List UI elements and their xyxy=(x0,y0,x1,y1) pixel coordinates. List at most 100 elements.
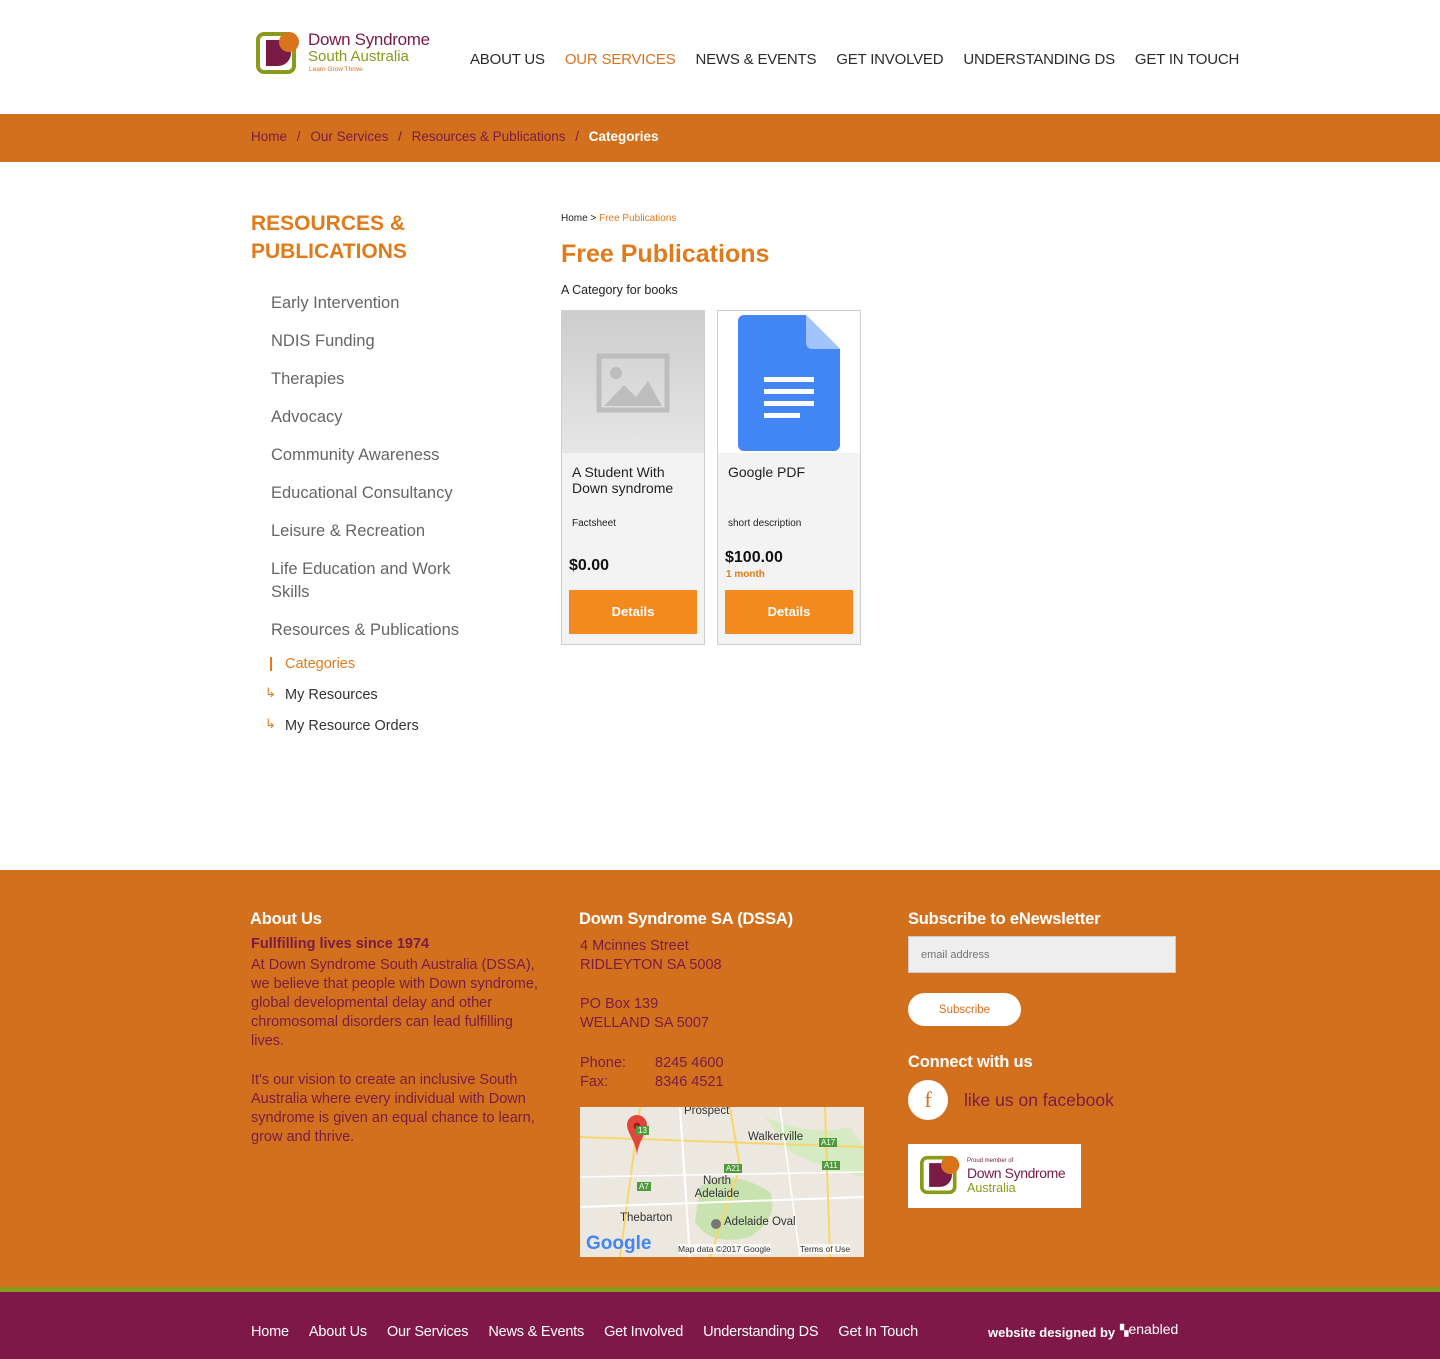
facebook-icon[interactable]: f xyxy=(908,1080,948,1120)
enabled-logo[interactable]: ▚enabled xyxy=(1120,1321,1178,1337)
product-period: 1 month xyxy=(726,569,765,580)
product-description: Factsheet xyxy=(572,518,616,529)
breadcrumb-current: Categories xyxy=(588,129,659,144)
sidebar-item-resources-publications[interactable]: Resources & Publications xyxy=(271,619,501,642)
sidebar-item-life-education[interactable]: Life Education and Work Skills xyxy=(271,558,471,604)
facebook-link[interactable]: like us on facebook xyxy=(964,1090,1114,1111)
map-label-north-adelaide: North Adelaide xyxy=(694,1175,740,1200)
footer-link-understanding-ds[interactable]: Understanding DS xyxy=(703,1324,818,1340)
active-indicator xyxy=(270,657,272,671)
footer-link-news-events[interactable]: News & Events xyxy=(488,1324,584,1340)
breadcrumb-bar: Home / Our Services / Resources & Public… xyxy=(0,114,1440,162)
page-title: Free Publications xyxy=(561,240,770,268)
nav-about-us[interactable]: ABOUT US xyxy=(470,51,545,68)
sub-arrow-icon: ↳ xyxy=(265,716,276,731)
map-label-prospect: Prospect xyxy=(684,1107,730,1117)
logo-mark-icon xyxy=(256,32,299,74)
bottom-bar: Home About Us Our Services News & Events… xyxy=(0,1292,1440,1359)
footer-link-get-involved[interactable]: Get Involved xyxy=(604,1324,683,1340)
product-name[interactable]: A Student With Down syndrome xyxy=(572,464,698,496)
footer-nav: Home About Us Our Services News & Events… xyxy=(251,1324,938,1340)
product-card: Google PDF short description $100.00 1 m… xyxy=(717,310,861,645)
phone-number[interactable]: 8245 4600 xyxy=(655,1055,724,1071)
sidebar-item-therapies[interactable]: Therapies xyxy=(271,368,501,391)
sidebar-item-advocacy[interactable]: Advocacy xyxy=(271,406,501,429)
sidebar-title: RESOURCES & PUBLICATIONS xyxy=(251,212,407,263)
product-price: $0.00 xyxy=(569,557,610,574)
sub-arrow-icon: ↳ xyxy=(265,685,276,700)
footer-link-home[interactable]: Home xyxy=(251,1324,289,1340)
footer-link-about-us[interactable]: About Us xyxy=(309,1324,367,1340)
logo-line1: Down Syndrome xyxy=(308,30,430,49)
location-map[interactable]: Prospect Walkerville North Adelaide Theb… xyxy=(580,1107,864,1257)
site-header: Down Syndrome South Australia Learn Grow… xyxy=(0,0,1440,114)
category-breadcrumb-home[interactable]: Home > xyxy=(561,213,596,224)
sidebar-item-ndis-funding[interactable]: NDIS Funding xyxy=(271,330,501,353)
product-image[interactable] xyxy=(718,311,860,453)
nav-our-services[interactable]: OUR SERVICES xyxy=(565,51,676,68)
breadcrumb-separator: / xyxy=(296,129,301,144)
phone-label: Phone: xyxy=(580,1055,626,1071)
breadcrumb-separator: / xyxy=(575,129,579,144)
category-breadcrumb: Home > Free Publications xyxy=(561,213,676,224)
sidebar-menu: Early Intervention NDIS Funding Therapie… xyxy=(271,292,501,657)
breadcrumb-our-services[interactable]: Our Services xyxy=(310,129,388,144)
dsa-member-badge[interactable]: Proud member of Down Syndrome Australia xyxy=(908,1144,1081,1208)
product-description: short description xyxy=(728,518,802,529)
sidebar-item-early-intervention[interactable]: Early Intervention xyxy=(271,292,501,315)
map-label-adelaide-oval: Adelaide Oval xyxy=(724,1216,796,1228)
category-breadcrumb-current: Free Publications xyxy=(599,213,677,224)
image-placeholder-icon xyxy=(596,353,670,413)
badge-line1: Down Syndrome xyxy=(967,1165,1066,1181)
map-road-13: 13 xyxy=(636,1126,649,1135)
fax-row: Fax: 8346 4521 xyxy=(580,1073,724,1092)
sidebar-subitem-label: My Resources xyxy=(285,687,378,703)
logo-tagline: Learn Grow Thrive xyxy=(309,66,363,73)
map-attribution: Map data ©2017 Google xyxy=(678,1244,771,1254)
footer-about-subheading: Fullfilling lives since 1974 xyxy=(251,936,430,952)
product-name[interactable]: Google PDF xyxy=(728,464,854,480)
product-price: $100.00 xyxy=(725,549,783,566)
details-button[interactable]: Details xyxy=(569,590,697,634)
map-label-walkerville: Walkerville xyxy=(748,1131,804,1143)
email-input[interactable] xyxy=(908,936,1176,973)
breadcrumb: Home / Our Services / Resources & Public… xyxy=(251,129,659,144)
category-description: A Category for books xyxy=(561,283,678,297)
subscribe-button[interactable]: Subscribe xyxy=(908,993,1021,1026)
site-logo[interactable]: Down Syndrome South Australia Learn Grow… xyxy=(256,28,436,80)
po-box-suburb: WELLAND SA 5007 xyxy=(580,1015,709,1031)
dsa-logo-icon xyxy=(920,1155,960,1195)
footer-link-get-in-touch[interactable]: Get In Touch xyxy=(838,1324,918,1340)
address-street: 4 Mcinnes Street xyxy=(580,938,689,954)
main-nav: ABOUT US OUR SERVICES NEWS & EVENTS GET … xyxy=(470,51,1259,68)
google-logo: Google xyxy=(586,1233,652,1254)
google-doc-icon xyxy=(738,315,840,451)
sidebar-subitem-my-resources[interactable]: ↳ My Resources xyxy=(265,685,419,716)
nav-news-events[interactable]: NEWS & EVENTS xyxy=(696,51,817,68)
footer-about-heading: About Us xyxy=(250,910,322,928)
nav-get-involved[interactable]: GET INVOLVED xyxy=(836,51,943,68)
sidebar-item-educational-consultancy[interactable]: Educational Consultancy xyxy=(271,482,501,505)
sidebar-item-leisure-recreation[interactable]: Leisure & Recreation xyxy=(271,520,501,543)
map-road-a7: A7 xyxy=(637,1182,651,1191)
sidebar-subitem-my-resource-orders[interactable]: ↳ My Resource Orders xyxy=(265,716,419,747)
footer-link-our-services[interactable]: Our Services xyxy=(387,1324,469,1340)
newsletter-heading: Subscribe to eNewsletter xyxy=(908,910,1101,928)
details-button[interactable]: Details xyxy=(725,590,853,634)
breadcrumb-resources[interactable]: Resources & Publications xyxy=(412,129,566,144)
sidebar-subitem-label: My Resource Orders xyxy=(285,718,419,734)
logo-line2: South Australia xyxy=(308,48,409,65)
sidebar-item-community-awareness[interactable]: Community Awareness xyxy=(271,444,501,467)
sidebar-submenu: Categories ↳ My Resources ↳ My Resource … xyxy=(265,654,419,747)
nav-understanding-ds[interactable]: UNDERSTANDING DS xyxy=(963,51,1115,68)
connect-heading: Connect with us xyxy=(908,1053,1033,1071)
nav-get-in-touch[interactable]: GET IN TOUCH xyxy=(1135,51,1239,68)
sidebar-subitem-categories[interactable]: Categories xyxy=(265,654,419,685)
designer-credit: website designed by xyxy=(988,1325,1116,1340)
map-terms-link[interactable]: Terms of Use xyxy=(800,1244,851,1254)
breadcrumb-home[interactable]: Home xyxy=(251,129,287,144)
product-image[interactable] xyxy=(562,311,704,453)
product-card: A Student With Down syndrome Factsheet $… xyxy=(561,310,705,645)
address-suburb: RIDLEYTON SA 5008 xyxy=(580,957,722,973)
map-road-a11: A11 xyxy=(822,1161,840,1170)
